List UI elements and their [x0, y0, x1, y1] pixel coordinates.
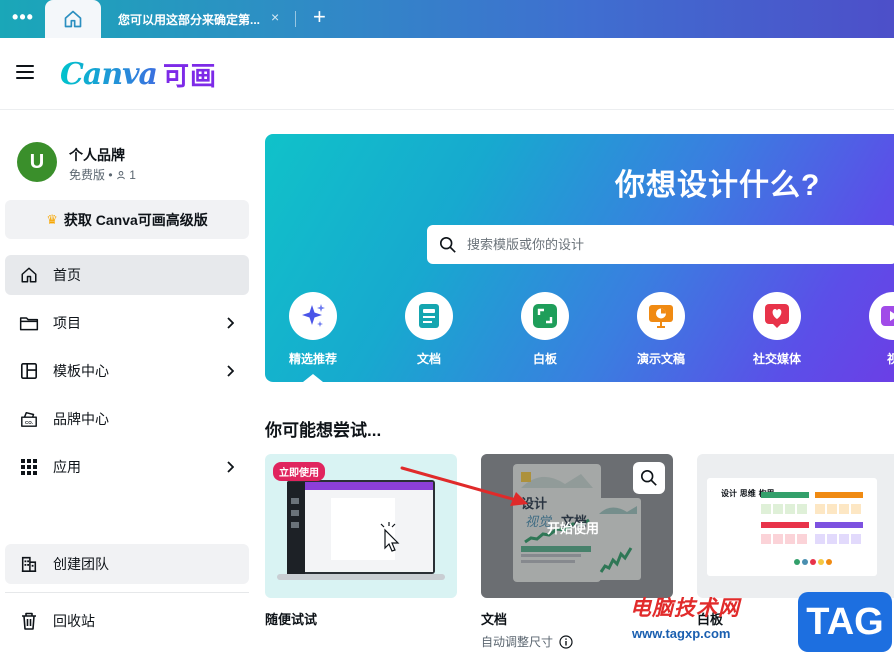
upgrade-label: 获取 Canva可画高级版	[63, 211, 208, 228]
svg-text:CO.: CO.	[25, 420, 33, 425]
try-now-badge: 立即使用	[273, 462, 325, 481]
folder-icon	[19, 313, 39, 333]
sidebar-item-home[interactable]: 首页	[5, 255, 249, 295]
start-using-label[interactable]: 开始使用	[547, 518, 599, 537]
sidebar-item-projects[interactable]: 项目	[5, 303, 249, 343]
member-count: 1	[129, 168, 136, 182]
card-label: 文档	[481, 612, 508, 627]
sparkle-icon	[289, 292, 337, 340]
card-subtitle: 自动调整尺寸	[481, 633, 573, 650]
category-docs[interactable]: 文档	[379, 292, 479, 368]
person-icon	[117, 170, 125, 180]
hero-banner: 你想设计什么? 精选推荐 文档 白板 演示文稿 社交媒体	[265, 134, 894, 382]
create-team-button[interactable]: 创建团队	[5, 544, 249, 584]
sidebar-item-label: 首页	[53, 267, 81, 283]
site-watermark: 电脑技术网 www.tagxp.com TAG	[630, 588, 894, 652]
trash-label: 回收站	[53, 613, 95, 629]
app-header: Canva 可画	[0, 38, 894, 110]
account-name: 个人品牌	[69, 147, 125, 163]
category-label: 精选推荐	[288, 352, 337, 366]
video-icon	[869, 292, 894, 340]
category-label: 社交媒体	[752, 352, 801, 366]
template-icon	[19, 361, 39, 381]
watermark-tag-badge: TAG	[798, 592, 892, 652]
sidebar-divider	[5, 592, 249, 593]
card-whiteboard[interactable]: 设计 思维 构思	[697, 454, 894, 598]
home-icon	[19, 265, 39, 285]
card-label: 随便试试	[265, 612, 318, 627]
whiteboard-icon	[521, 292, 569, 340]
crown-icon: ♛	[46, 211, 58, 227]
category-featured[interactable]: 精选推荐	[265, 292, 363, 382]
upgrade-button[interactable]: ♛ 获取 Canva可画高级版	[5, 200, 249, 239]
sidebar-item-label: 应用	[53, 459, 81, 475]
category-label: 视	[886, 352, 894, 366]
canva-logo[interactable]: Canva 可画	[60, 54, 217, 94]
info-icon[interactable]	[559, 634, 573, 649]
create-team-label: 创建团队	[53, 556, 109, 572]
chevron-right-icon	[223, 364, 237, 378]
home-icon	[64, 10, 82, 28]
logo-chinese: 可画	[163, 60, 218, 91]
search-icon	[439, 236, 456, 253]
new-tab-button[interactable]: +	[313, 5, 333, 29]
sidebar-item-templates[interactable]: 模板中心	[5, 351, 249, 391]
category-label: 演示文稿	[636, 352, 685, 366]
document-icon	[405, 292, 453, 340]
sidebar-item-apps[interactable]: 应用	[5, 447, 249, 487]
chevron-right-icon	[223, 316, 237, 330]
selected-pointer	[303, 374, 323, 382]
sidebar-item-label: 模板中心	[53, 363, 109, 379]
category-presentation[interactable]: 演示文稿	[611, 292, 711, 368]
watermark-site-name: 电脑技术网	[630, 597, 740, 620]
browser-tab-bar: ••• 您可以用这部分来确定第... × +	[0, 0, 894, 38]
heart-icon	[753, 292, 801, 340]
preview-button[interactable]	[633, 462, 665, 494]
avatar: U	[17, 142, 57, 182]
building-icon	[19, 554, 39, 574]
category-whiteboard[interactable]: 白板	[495, 292, 595, 368]
auto-resize-label: 自动调整尺寸	[481, 635, 554, 649]
account-plan: 免费版 • 1	[69, 166, 136, 183]
plan-label: 免费版 •	[69, 168, 116, 182]
home-tab[interactable]	[45, 0, 101, 38]
category-label: 白板	[532, 352, 557, 366]
apps-grid-icon	[19, 457, 39, 477]
hamburger-menu-icon[interactable]	[16, 65, 34, 81]
tab-separator	[295, 11, 296, 27]
close-tab-icon[interactable]: ×	[271, 9, 285, 27]
logo-wordmark: Canva	[60, 56, 158, 92]
suggestions-title: 你可能想尝试...	[265, 421, 382, 440]
chevron-right-icon	[223, 460, 237, 474]
hero-title: 你想设计什么?	[615, 169, 821, 202]
active-tab-title[interactable]: 您可以用这部分来确定第...	[118, 11, 268, 27]
template-search-box[interactable]	[427, 225, 894, 264]
trash-icon	[19, 611, 39, 631]
search-icon	[640, 469, 657, 486]
sidebar-item-label: 项目	[53, 315, 81, 331]
account-switcher[interactable]: U 个人品牌 免费版 • 1	[17, 142, 247, 184]
search-input[interactable]	[467, 237, 867, 252]
presentation-icon	[637, 292, 685, 340]
sidebar-item-label: 品牌中心	[53, 411, 109, 427]
whiteboard-thumbnail: 设计 思维 构思	[707, 478, 877, 576]
watermark-url: www.tagxp.com	[632, 626, 731, 641]
sidebar-item-trash[interactable]: 回收站	[5, 601, 249, 641]
brand-icon: CO.	[19, 409, 39, 429]
category-social[interactable]: 社交媒体	[727, 292, 827, 368]
category-label: 文档	[416, 352, 441, 366]
category-video[interactable]: 视	[843, 292, 894, 368]
sidebar: U 个人品牌 免费版 • 1 ♛ 获取 Canva可画高级版 首页 项目 模板中…	[0, 110, 256, 652]
annotation-arrow	[400, 466, 528, 506]
sidebar-item-brand[interactable]: CO. 品牌中心	[5, 399, 249, 439]
browser-menu-button[interactable]: •••	[6, 6, 40, 32]
